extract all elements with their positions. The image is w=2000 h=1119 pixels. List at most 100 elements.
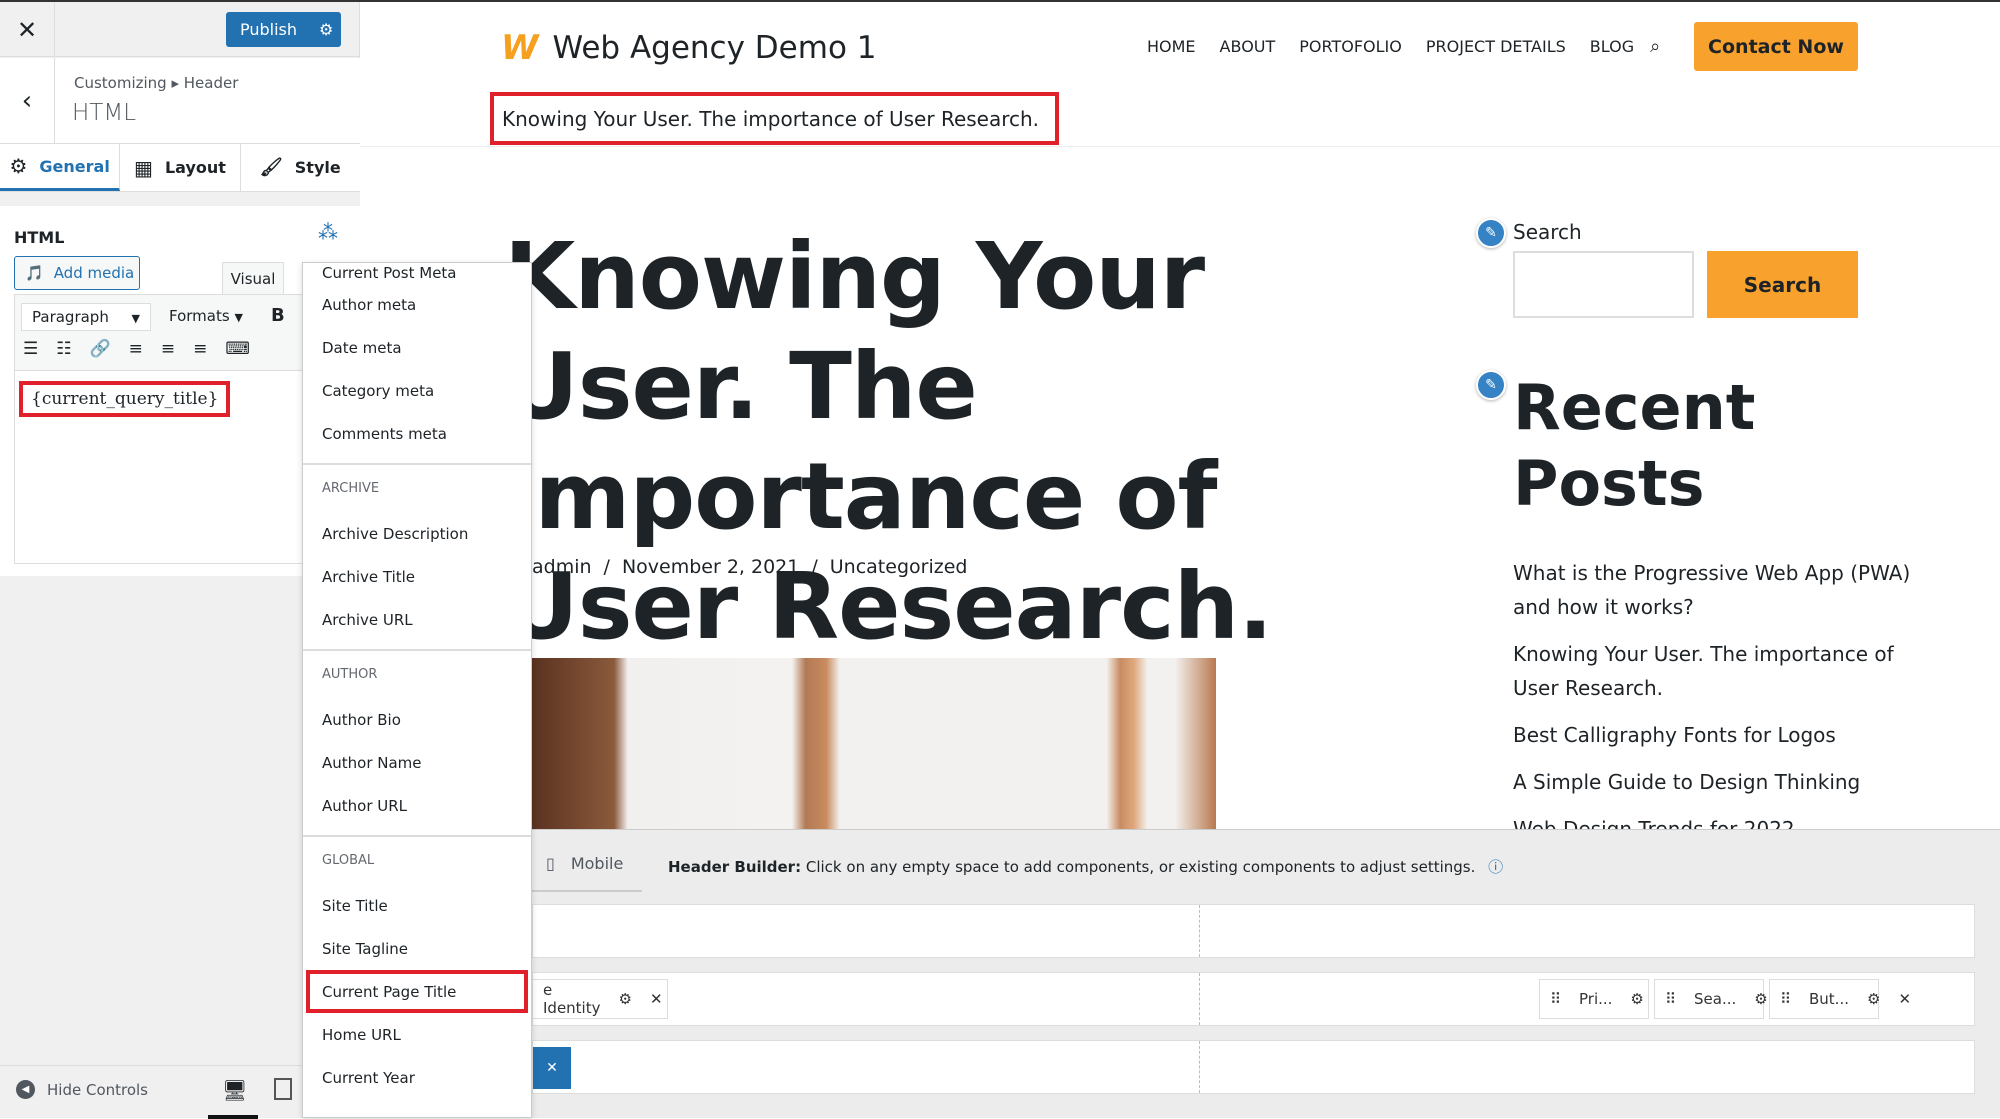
- dropdown-item[interactable]: Current Page Title: [306, 970, 528, 1013]
- dynamic-tags-icon[interactable]: ⁂: [318, 220, 338, 244]
- tab-layout[interactable]: ▦ Layout: [120, 144, 241, 191]
- close-icon: ✕: [546, 1060, 558, 1076]
- close-icon[interactable]: ✕: [650, 990, 663, 1008]
- builder-row-bottom[interactable]: ✕: [532, 1040, 1975, 1094]
- back-button[interactable]: ‹: [0, 58, 55, 144]
- chip-primary-nav[interactable]: ⠿Pri...⚙✕: [1539, 979, 1674, 1019]
- nav-about[interactable]: ABOUT: [1220, 37, 1276, 56]
- builder-text: Click on any empty space to add componen…: [805, 858, 1476, 876]
- builder-row-main[interactable]: e Identity ⚙ ✕ ⠿ Pri... ⚙ ✕ ⠿ Sea... ⚙ ✕ ⠿ But...…: [532, 972, 1975, 1026]
- add-media-button[interactable]: 🎵 Add media: [14, 256, 140, 290]
- nav-portfolio[interactable]: PORTOFOLIO: [1299, 37, 1402, 56]
- drag-handle-icon[interactable]: ⠿: [1665, 990, 1676, 1008]
- close-icon[interactable]: ✕: [1898, 990, 1911, 1008]
- align-right-icon[interactable]: ≡: [193, 339, 207, 359]
- gear-icon[interactable]: ⚙: [319, 20, 333, 39]
- bullet-list-icon[interactable]: ☰: [23, 339, 38, 359]
- contact-now-button[interactable]: Contact Now: [1694, 22, 1858, 71]
- dropdown-item[interactable]: Site Title: [303, 884, 531, 927]
- editor-toolbar: Paragraph ▼ Formats ▼ B ☰ ☷ 🔗 ≡ ≡ ≡ ⌨: [15, 295, 305, 371]
- drag-handle-icon[interactable]: ⠿: [1550, 990, 1561, 1008]
- gear-icon: ⚙: [9, 154, 28, 178]
- link-icon[interactable]: 🔗: [90, 339, 111, 359]
- gear-icon[interactable]: ⚙: [1630, 990, 1643, 1008]
- close-button[interactable]: ✕: [0, 2, 55, 57]
- html-editor[interactable]: Paragraph ▼ Formats ▼ B ☰ ☷ 🔗 ≡ ≡ ≡ ⌨ {current…: [14, 294, 305, 564]
- post-category[interactable]: Uncategorized: [830, 556, 968, 578]
- recent-posts-list: What is the Progressive Web App (PWA) an…: [1513, 556, 1913, 859]
- dropdown-item[interactable]: Author meta: [303, 283, 531, 326]
- bold-button[interactable]: B: [271, 305, 285, 326]
- dropdown-item[interactable]: Date meta: [303, 326, 531, 369]
- panel-tabs: ⚙ General ▦ Layout 🖌 Style: [0, 144, 360, 192]
- dropdown-item[interactable]: Author Bio: [303, 698, 531, 741]
- dropdown-item[interactable]: Category meta: [303, 369, 531, 412]
- visual-tab[interactable]: Visual: [222, 262, 284, 294]
- media-icon: 🎵: [25, 264, 44, 282]
- dropdown-item[interactable]: Archive URL: [303, 598, 531, 641]
- search-input[interactable]: [1513, 251, 1694, 318]
- align-center-icon[interactable]: ≡: [161, 339, 175, 359]
- site-logo[interactable]: W Web Agency Demo 1: [501, 28, 877, 68]
- dropdown-item[interactable]: Home URL: [303, 1013, 531, 1056]
- drag-handle-icon[interactable]: ⠿: [1780, 990, 1791, 1008]
- dropdown-item[interactable]: Current Year: [303, 1056, 531, 1099]
- paragraph-select[interactable]: Paragraph ▼: [21, 303, 151, 331]
- recent-post-link[interactable]: A Simple Guide to Design Thinking: [1513, 765, 1913, 799]
- formats-menu[interactable]: Formats ▼: [169, 307, 243, 325]
- dropdown-item[interactable]: Archive Description: [303, 512, 531, 555]
- tablet-preview-icon[interactable]: [274, 1078, 292, 1100]
- dynamic-tags-dropdown: Current Post Meta Author meta Date meta Cat…: [302, 262, 532, 1118]
- chip-label: Pri...: [1579, 990, 1613, 1008]
- caret-down-icon: ▼: [131, 312, 140, 325]
- gear-icon[interactable]: ⚙: [1867, 990, 1880, 1008]
- search-button[interactable]: Search: [1707, 251, 1858, 318]
- builder-instructions: Header Builder: Click on any empty space…: [668, 856, 1503, 877]
- recent-post-link[interactable]: What is the Progressive Web App (PWA) an…: [1513, 556, 1913, 624]
- header-divider: [360, 146, 2000, 147]
- nav-home[interactable]: HOME: [1147, 37, 1196, 56]
- dropdown-item[interactable]: Archive Title: [303, 555, 531, 598]
- collapse-icon: ◀: [16, 1080, 35, 1099]
- tab-general[interactable]: ⚙ General: [0, 144, 121, 191]
- dropdown-item[interactable]: Author Name: [303, 741, 531, 784]
- mobile-tab[interactable]: ▯ Mobile: [546, 854, 623, 873]
- recent-post-link[interactable]: Best Calligraphy Fonts for Logos: [1513, 718, 1913, 752]
- builder-label: Header Builder:: [668, 858, 802, 876]
- toolbar-buttons: ☰ ☷ 🔗 ≡ ≡ ≡ ⌨: [23, 339, 250, 359]
- remove-component-button[interactable]: ✕: [533, 1047, 571, 1089]
- gear-icon[interactable]: ⚙: [1754, 990, 1767, 1008]
- caret-down-icon: ▼: [234, 311, 243, 324]
- hide-controls-button[interactable]: ◀ Hide Controls: [16, 1080, 148, 1099]
- tab-style[interactable]: 🖌 Style: [241, 144, 360, 191]
- dropdown-item[interactable]: Author URL: [303, 784, 531, 827]
- align-left-icon[interactable]: ≡: [129, 339, 143, 359]
- search-icon[interactable]: ⌕: [1650, 36, 1660, 57]
- post-author[interactable]: admin: [532, 556, 592, 578]
- keyboard-icon[interactable]: ⌨: [225, 339, 250, 359]
- chip-site-identity[interactable]: e Identity ⚙ ✕: [532, 979, 668, 1019]
- dropdown-item[interactable]: Current Post Meta: [303, 263, 531, 283]
- post-date[interactable]: November 2, 2021: [622, 556, 799, 578]
- nav-blog[interactable]: BLOG: [1590, 37, 1634, 56]
- layout-icon: ▦: [134, 155, 153, 180]
- edit-pencil-icon[interactable]: ✎: [1476, 370, 1506, 400]
- info-icon[interactable]: ⓘ: [1488, 858, 1503, 876]
- gear-icon[interactable]: ⚙: [618, 990, 631, 1008]
- editor-content[interactable]: {current_query_title}: [19, 381, 231, 417]
- chip-button[interactable]: ⠿ But... ⚙ ✕: [1769, 979, 1911, 1019]
- publish-button[interactable]: Publish ⚙: [226, 12, 341, 47]
- header-html-title[interactable]: Knowing Your User. The importance of Use…: [490, 92, 1059, 145]
- paragraph-value: Paragraph: [32, 308, 109, 326]
- builder-row-top[interactable]: [532, 904, 1975, 958]
- chip-search[interactable]: ⠿Sea...⚙✕: [1654, 979, 1798, 1019]
- recent-post-link[interactable]: Knowing Your User. The importance of Use…: [1513, 637, 1913, 705]
- dropdown-item[interactable]: Comments meta: [303, 412, 531, 455]
- dropdown-item[interactable]: Site Tagline: [303, 927, 531, 970]
- numbered-list-icon[interactable]: ☷: [56, 339, 71, 359]
- chip-label: Sea...: [1694, 990, 1737, 1008]
- nav-project-details[interactable]: PROJECT DETAILS: [1426, 37, 1566, 56]
- desktop-preview-icon[interactable]: 🖥: [222, 1078, 247, 1102]
- edit-pencil-icon[interactable]: ✎: [1476, 218, 1506, 248]
- tab-label: Style: [294, 158, 341, 177]
